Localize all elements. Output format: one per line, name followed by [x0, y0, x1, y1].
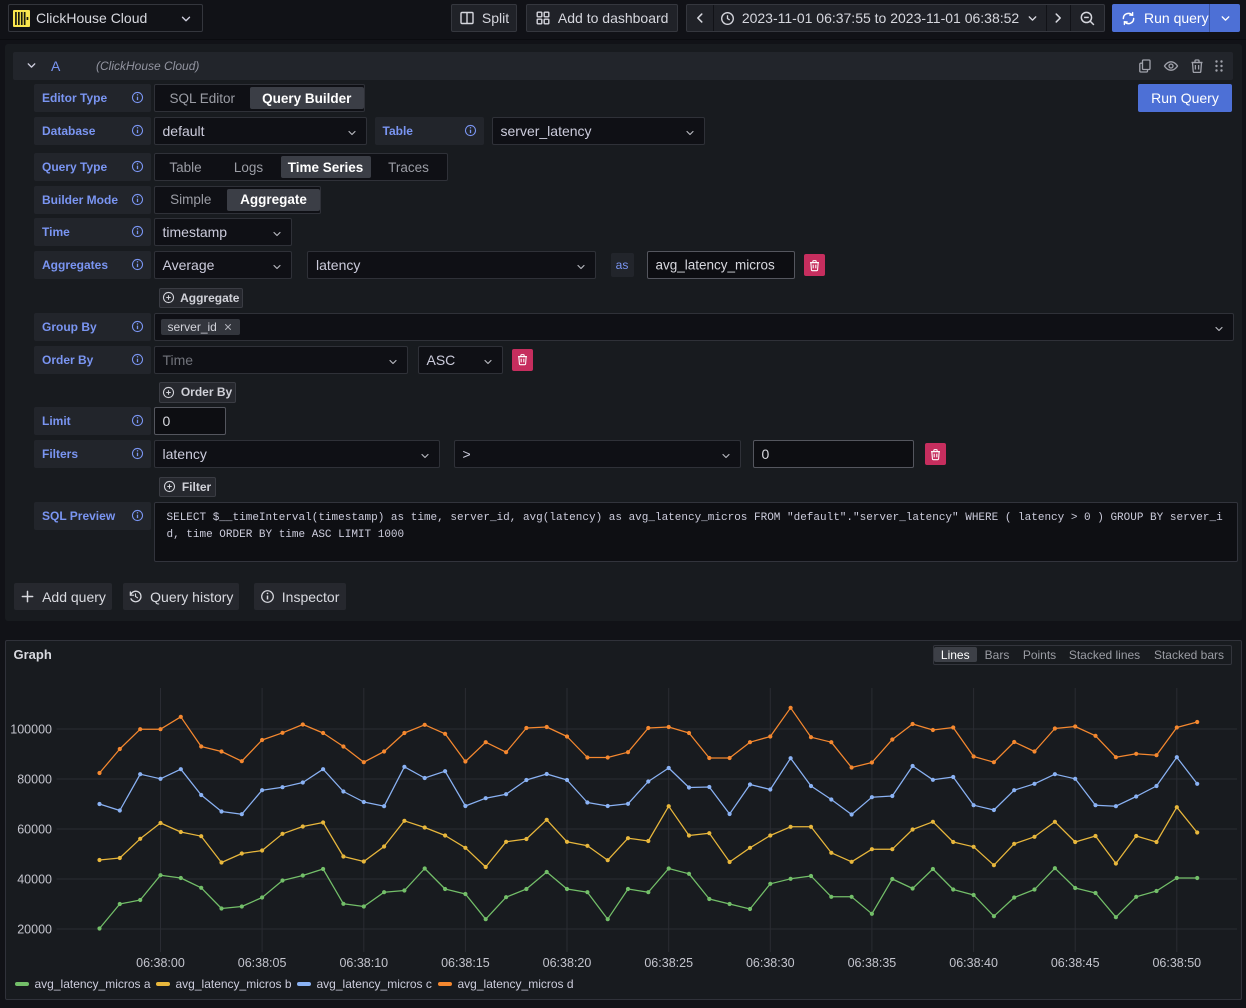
- svg-text:06:38:50: 06:38:50: [1152, 956, 1201, 970]
- svg-text:06:38:20: 06:38:20: [543, 956, 592, 970]
- svg-text:20000: 20000: [17, 923, 52, 937]
- svg-text:06:38:35: 06:38:35: [848, 956, 897, 970]
- svg-text:06:38:25: 06:38:25: [644, 956, 693, 970]
- svg-text:06:38:30: 06:38:30: [746, 956, 795, 970]
- svg-text:06:38:15: 06:38:15: [441, 956, 490, 970]
- svg-text:06:38:10: 06:38:10: [339, 956, 388, 970]
- svg-text:06:38:00: 06:38:00: [136, 956, 185, 970]
- svg-text:06:38:45: 06:38:45: [1051, 956, 1100, 970]
- svg-text:100000: 100000: [10, 723, 52, 737]
- svg-text:06:38:05: 06:38:05: [238, 956, 287, 970]
- svg-text:40000: 40000: [17, 873, 52, 887]
- svg-text:60000: 60000: [17, 823, 52, 837]
- svg-text:06:38:40: 06:38:40: [949, 956, 998, 970]
- svg-text:80000: 80000: [17, 773, 52, 787]
